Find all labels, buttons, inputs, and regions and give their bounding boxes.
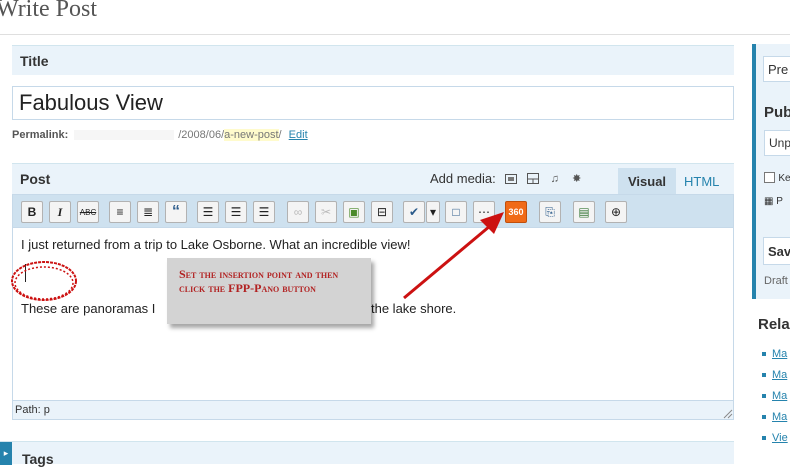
preview-button[interactable]: Pre <box>763 56 790 82</box>
related-item[interactable]: Ma <box>762 390 787 402</box>
scribble-circle-annotation <box>11 261 77 301</box>
instruction-callout: Set the insertion point and then click t… <box>167 258 371 324</box>
related-link[interactable]: Vie <box>772 432 788 444</box>
related-link[interactable]: Ma <box>772 411 787 423</box>
related-link[interactable]: Ma <box>772 348 787 360</box>
related-link[interactable]: Ma <box>772 369 787 381</box>
bullet-icon <box>762 373 766 378</box>
related-link[interactable]: Ma <box>772 390 787 402</box>
bullet-icon <box>762 394 766 399</box>
annotation-overlay <box>11 212 504 301</box>
related-item[interactable]: Ma <box>762 369 787 381</box>
bullet-icon <box>762 352 766 357</box>
related-heading: Rela <box>758 316 790 333</box>
publish-sidebar: Pre Pub Unp Ke ▦ P Sav Draft <box>752 44 790 299</box>
related-item[interactable]: Ma <box>762 348 787 360</box>
draft-status: Draft <box>764 275 788 287</box>
save-button[interactable]: Sav <box>763 237 790 265</box>
expand-arrow-icon[interactable]: ▸ <box>0 442 12 465</box>
keep-label: Ke <box>778 173 790 184</box>
related-item[interactable]: Ma <box>762 411 787 423</box>
keep-checkbox[interactable] <box>764 172 775 184</box>
bullet-icon <box>762 415 766 420</box>
calendar-icon: ▦ <box>764 196 774 207</box>
related-item[interactable]: Vie <box>762 432 788 444</box>
keep-checkbox-row[interactable]: Ke <box>764 170 790 184</box>
tags-box-header[interactable]: ▸ Tags <box>0 441 734 467</box>
red-arrow-annotation <box>403 224 491 300</box>
status-select[interactable]: Unp <box>764 130 790 156</box>
post-timestamp-label: P <box>776 196 783 207</box>
publish-heading: Pub <box>764 104 790 121</box>
post-timestamp-row: ▦ P <box>764 196 783 207</box>
bullet-icon <box>762 436 766 441</box>
tags-box-heading: Tags <box>22 451 54 467</box>
